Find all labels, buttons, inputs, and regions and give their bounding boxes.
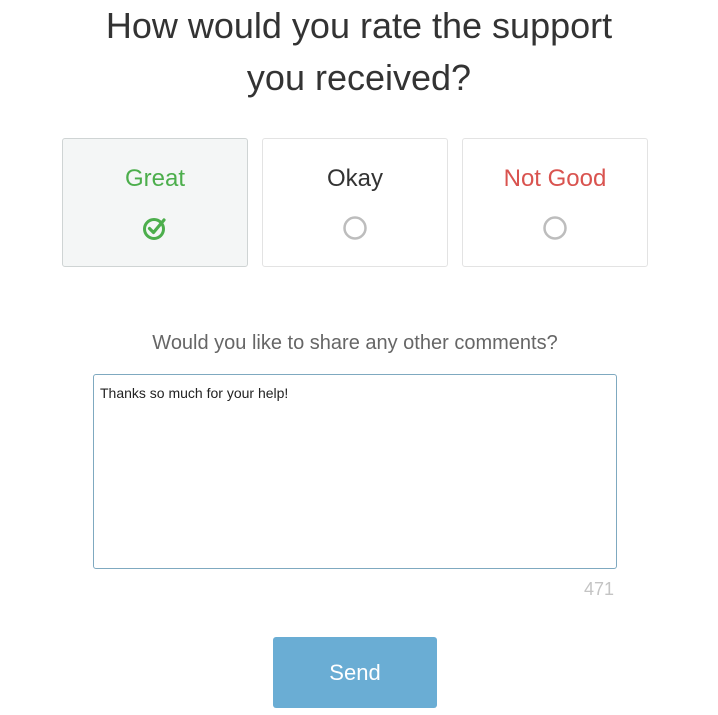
check-circle-icon: [143, 218, 166, 240]
rating-option-okay[interactable]: Okay: [262, 138, 448, 267]
comments-textarea[interactable]: Thanks so much for your help!: [93, 374, 617, 569]
comments-label: Would you like to share any other commen…: [152, 332, 558, 354]
send-button[interactable]: Send: [273, 637, 437, 708]
rating-option-not-good-label: Not Good: [503, 165, 607, 192]
rating-option-great-label: Great: [124, 165, 186, 192]
rating-option-not-good[interactable]: Not Good: [462, 138, 648, 267]
radio-empty-icon: [343, 216, 367, 240]
page-title: How would you rate the support you recei…: [0, 0, 718, 104]
rating-options: Great Okay Not Good: [62, 138, 650, 269]
page-title-line-1: How would you rate the support: [105, 5, 613, 46]
remaining-characters-count: 471: [583, 579, 614, 599]
support-rating-form: How would you rate the support you recei…: [0, 0, 718, 715]
rating-option-great[interactable]: Great: [62, 138, 248, 267]
page-title-line-2: you received?: [246, 57, 472, 98]
radio-empty-icon: [543, 216, 567, 240]
rating-option-okay-label: Okay: [326, 165, 383, 192]
